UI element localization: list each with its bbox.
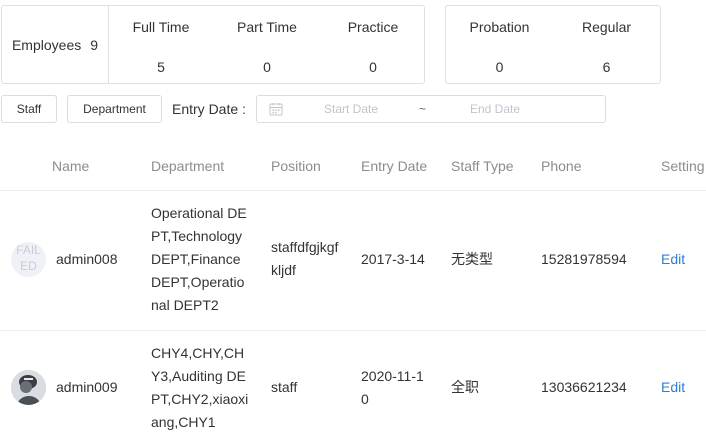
- column-header-staff-type: Staff Type: [451, 158, 514, 174]
- row-divider: [0, 330, 706, 331]
- row-name: admin008: [56, 251, 118, 267]
- entry-date-range-picker[interactable]: Start Date ~ End Date: [256, 95, 606, 123]
- avatar: [11, 370, 46, 405]
- department-line: PT,CHY2,xiaoxi: [151, 391, 249, 407]
- part-time-label: Part Time: [237, 19, 297, 35]
- department-line: DEPT,Finance: [151, 251, 241, 267]
- row-entry-date: 2017-3-14: [361, 251, 425, 267]
- staff-filter-button[interactable]: Staff: [1, 95, 57, 123]
- row-name: admin009: [56, 379, 118, 395]
- department-line: PT,Technology: [151, 228, 243, 244]
- regular-value: 6: [602, 59, 611, 75]
- range-separator: ~: [419, 102, 427, 116]
- probation-label: Probation: [469, 19, 530, 35]
- part-time-stat: Part Time 0: [214, 6, 320, 83]
- employees-total: Employees 9: [2, 6, 109, 83]
- column-header-department: Department: [151, 158, 225, 174]
- row-phone: 13036621234: [541, 379, 627, 395]
- row-staff-type: 全职: [451, 379, 479, 395]
- regular-stat: Regular 6: [553, 6, 660, 83]
- department-line: Y3,Auditing DE: [151, 368, 246, 384]
- practice-stat: Practice 0: [320, 6, 426, 83]
- full-time-label: Full Time: [132, 19, 190, 35]
- entry-date-line: 0: [361, 391, 369, 407]
- row-department: CHY4,CHY,CH Y3,Auditing DE PT,CHY2,xiaox…: [151, 342, 248, 434]
- employees-label: Employees: [11, 36, 82, 53]
- probation-stat: Probation 0: [446, 6, 553, 83]
- end-date-input[interactable]: End Date: [470, 102, 520, 116]
- row-staff-type: 无类型: [451, 251, 493, 267]
- part-time-value: 0: [263, 59, 271, 75]
- position-line: staffdfgjkgf: [271, 239, 339, 255]
- row-entry-date: 2020-11-1 0: [361, 365, 424, 411]
- row-position: staffdfgjkgf kljdf: [271, 236, 338, 282]
- department-line: Operational DE: [151, 205, 247, 221]
- user-photo-icon: [11, 370, 46, 405]
- entry-date-label: Entry Date :: [172, 101, 246, 117]
- practice-label: Practice: [347, 19, 399, 35]
- department-filter-button[interactable]: Department: [67, 95, 162, 123]
- department-line: ang,CHY1: [151, 414, 216, 430]
- department-line: DEPT,Operatio: [151, 274, 245, 290]
- start-date-input[interactable]: Start Date: [324, 102, 378, 116]
- column-header-phone: Phone: [541, 158, 582, 174]
- position-line: kljdf: [271, 262, 296, 278]
- column-header-name: Name: [52, 158, 90, 174]
- department-line: nal DEPT2: [151, 297, 219, 313]
- probation-value: 0: [495, 59, 504, 75]
- employee-summary-card: Employees 9 Full Time 5 Part Time 0 Prac…: [1, 5, 425, 84]
- row-department: Operational DE PT,Technology DEPT,Financ…: [151, 202, 247, 317]
- avatar-failed: FAIL ED: [11, 242, 46, 277]
- entry-date-line: 2020-11-1: [361, 368, 424, 384]
- department-line: CHY4,CHY,CH: [151, 345, 245, 361]
- column-header-setting: Setting: [661, 158, 705, 174]
- header-divider: [0, 190, 706, 191]
- calendar-icon: [269, 103, 283, 116]
- column-header-entry-date: Entry Date: [361, 158, 428, 174]
- edit-link[interactable]: Edit: [661, 248, 685, 271]
- contract-summary-card: Probation 0 Regular 6: [445, 5, 661, 84]
- edit-link[interactable]: Edit: [661, 376, 685, 399]
- row-phone: 15281978594: [541, 251, 627, 267]
- full-time-stat: Full Time 5: [108, 6, 214, 83]
- employees-count: 9: [90, 36, 99, 53]
- row-position: staff: [271, 379, 298, 395]
- practice-value: 0: [369, 59, 377, 75]
- regular-label: Regular: [581, 19, 632, 35]
- full-time-value: 5: [157, 59, 165, 75]
- column-header-position: Position: [271, 158, 321, 174]
